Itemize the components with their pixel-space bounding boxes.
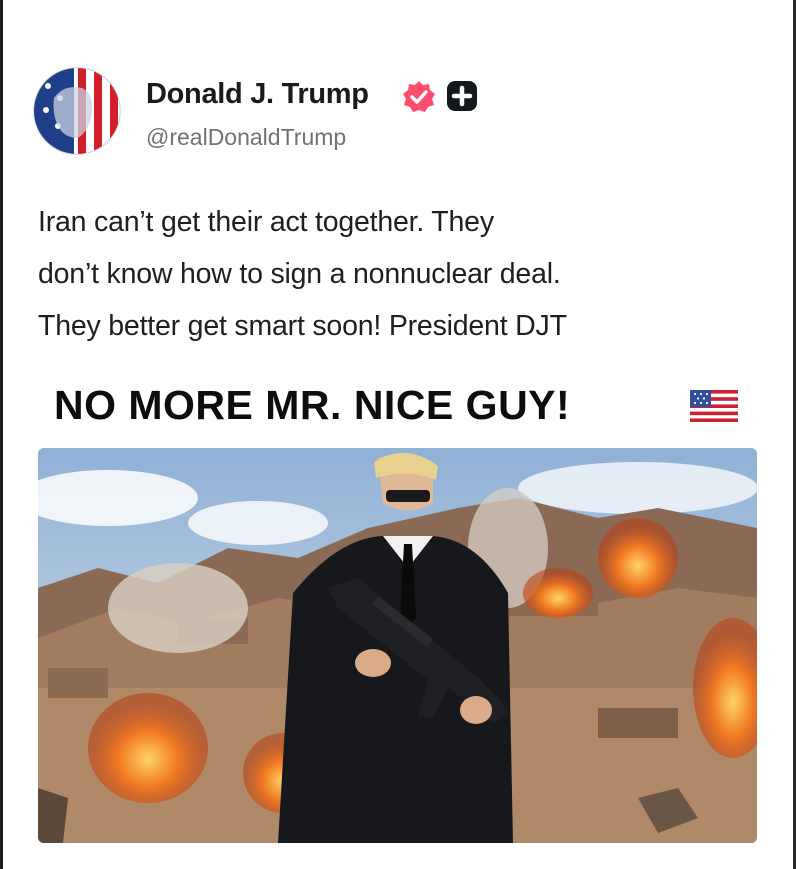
photo-man-with-rifle-explosions xyxy=(38,448,757,843)
post-card: Donald J. Trump @realDonaldTrump Iran ca… xyxy=(0,0,796,869)
verified-badge-icon xyxy=(403,81,435,112)
flag-portrait-avatar xyxy=(34,68,120,154)
plus-badge-icon xyxy=(447,81,477,111)
post-text: Iran can’t get their act together. They … xyxy=(38,196,768,352)
author-display-name[interactable]: Donald J. Trump xyxy=(146,78,369,111)
post-text-line: They better get smart soon! President DJ… xyxy=(38,310,567,342)
post-text-line: Iran can’t get their act together. They xyxy=(38,206,494,238)
post-media-image[interactable] xyxy=(38,448,757,843)
avatar[interactable] xyxy=(34,68,120,154)
post-text-line: don’t know how to sign a nonnuclear deal… xyxy=(38,258,561,290)
post-headline: NO MORE MR. NICE GUY! xyxy=(54,382,571,428)
author-handle[interactable]: @realDonaldTrump xyxy=(146,124,346,151)
us-flag-icon xyxy=(690,390,738,422)
